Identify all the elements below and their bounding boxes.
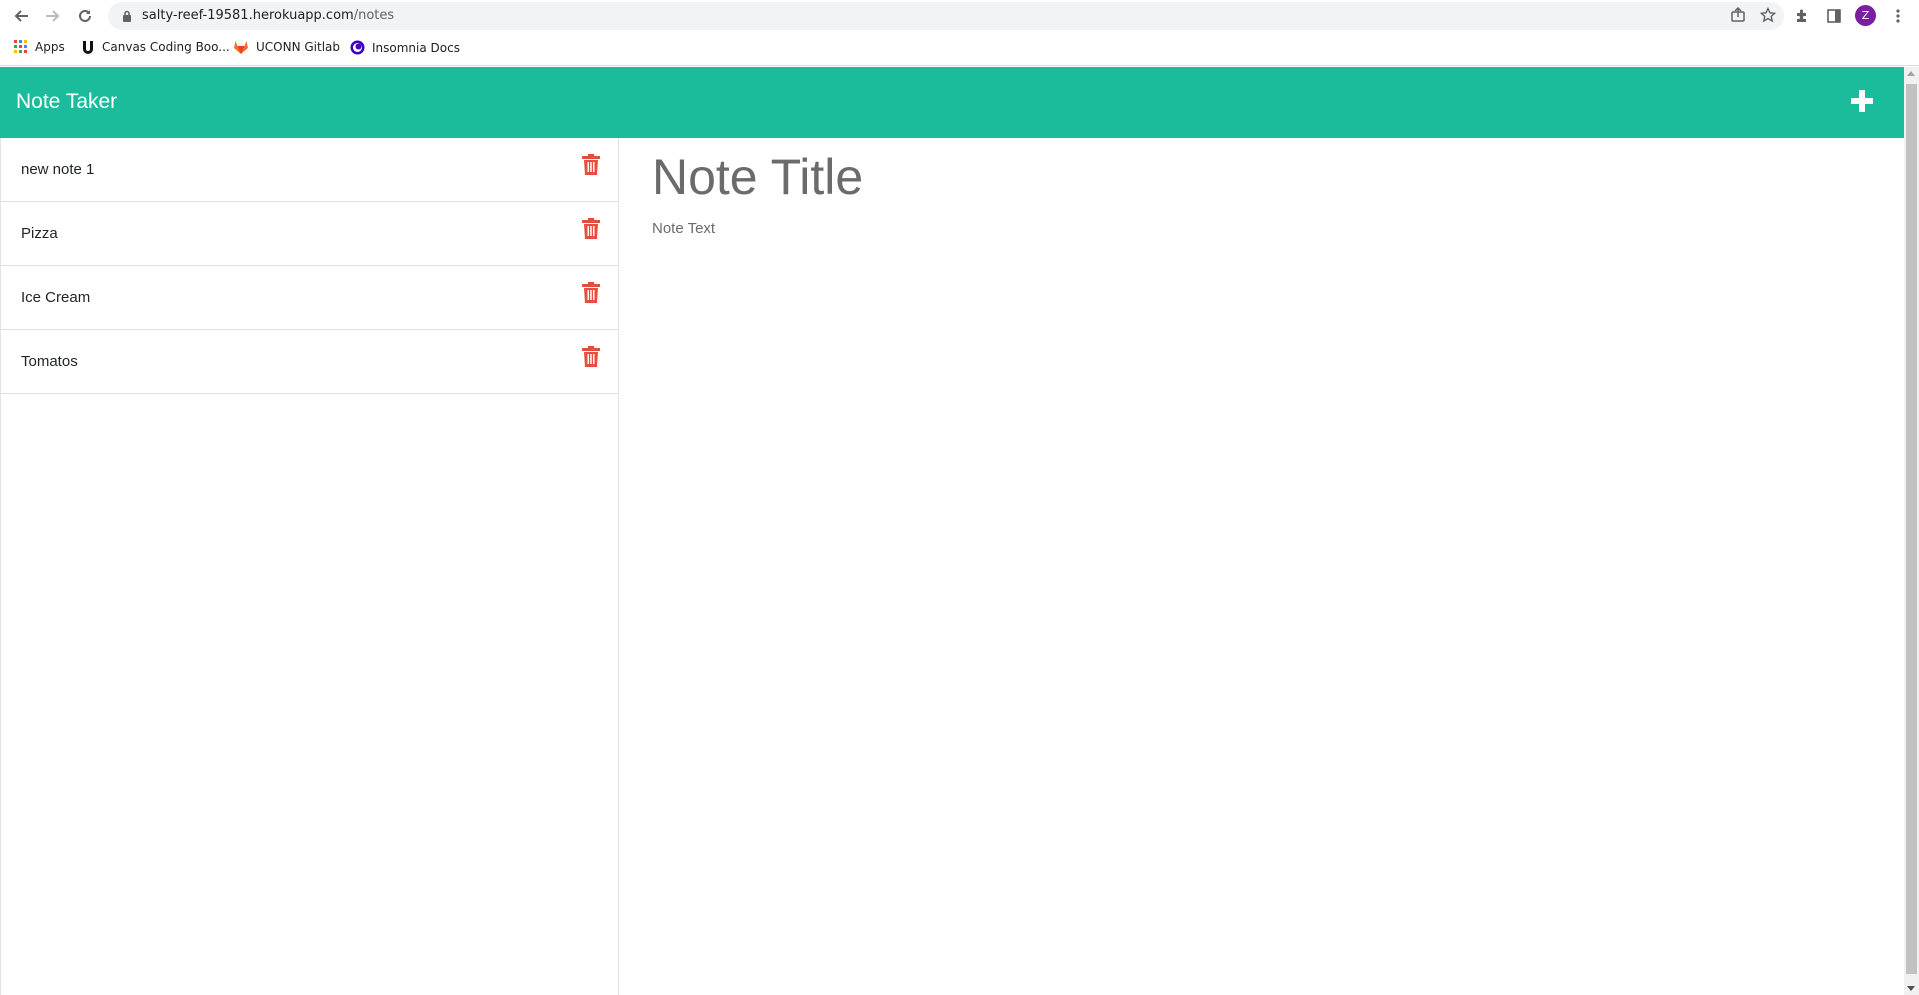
- bookmark-label: UCONN Gitlab: [256, 40, 341, 54]
- lock-icon: [123, 10, 131, 22]
- bookmark-label: Insomnia Docs: [372, 40, 460, 55]
- gitlab-fox-icon: [234, 41, 248, 54]
- bookmark-apps[interactable]: Apps: [14, 40, 65, 54]
- bookmark-canvas[interactable]: Canvas Coding Boo...: [81, 40, 230, 54]
- uconn-u-icon: [83, 41, 93, 54]
- forward-button[interactable]: [41, 4, 65, 28]
- bookmarks-bar: Apps Canvas Coding Boo... UCONN Gitlab I…: [0, 32, 1919, 66]
- address-bar[interactable]: salty-reef-19581.herokuapp.com/notes: [108, 2, 1784, 30]
- app-title[interactable]: Note Taker: [16, 90, 117, 114]
- list-item[interactable]: Pizza: [1, 202, 618, 266]
- reload-icon: [79, 9, 91, 22]
- scroll-thumb[interactable]: [1906, 84, 1917, 974]
- note-item-title: new note 1: [21, 161, 95, 178]
- url-text: salty-reef-19581.herokuapp.com/notes: [142, 8, 394, 23]
- note-taker-app: Note Taker new note 1 Pizza Ice Cream To…: [0, 67, 1904, 995]
- side-panel-button[interactable]: [1822, 4, 1846, 28]
- apps-grid-icon: [14, 40, 27, 53]
- bookmark-insomnia[interactable]: Insomnia Docs: [350, 40, 460, 55]
- extensions-button[interactable]: [1790, 4, 1814, 28]
- insomnia-icon: [350, 40, 365, 55]
- note-item-title: Pizza: [21, 225, 58, 242]
- kebab-menu-icon: [1896, 9, 1900, 23]
- bookmark-label: Canvas Coding Boo...: [102, 40, 230, 54]
- list-item[interactable]: Tomatos: [1, 330, 618, 394]
- scroll-up-arrow-icon[interactable]: [1907, 71, 1915, 76]
- arrow-left-icon: [14, 10, 28, 22]
- bookmark-gitlab[interactable]: UCONN Gitlab: [233, 40, 340, 54]
- star-icon[interactable]: [1760, 7, 1776, 23]
- url-path: /notes: [353, 8, 395, 23]
- omnibox-actions: [1730, 7, 1776, 23]
- back-button[interactable]: [9, 4, 33, 28]
- page-scrollbar[interactable]: [1904, 67, 1919, 995]
- trash-icon[interactable]: [582, 282, 600, 303]
- bookmark-label: Apps: [35, 40, 65, 54]
- browser-menu-button[interactable]: [1886, 4, 1910, 28]
- puzzle-icon: [1797, 9, 1806, 22]
- note-title-input[interactable]: [652, 148, 1852, 206]
- note-editor: [620, 138, 1904, 995]
- list-item[interactable]: new note 1: [1, 138, 618, 202]
- browser-toolbar: salty-reef-19581.herokuapp.com/notes Z: [0, 0, 1919, 32]
- note-item-title: Ice Cream: [21, 289, 91, 306]
- app-header: Note Taker: [0, 67, 1904, 138]
- trash-icon[interactable]: [582, 218, 600, 239]
- notes-list: new note 1 Pizza Ice Cream Tomatos: [0, 138, 619, 995]
- share-icon[interactable]: [1730, 7, 1746, 23]
- scroll-down-arrow-icon[interactable]: [1907, 986, 1915, 991]
- url-host: salty-reef-19581.herokuapp.com: [142, 8, 354, 23]
- list-item[interactable]: Ice Cream: [1, 266, 618, 330]
- side-panel-icon: [1827, 9, 1841, 23]
- reload-button[interactable]: [73, 4, 97, 28]
- plus-icon: [1851, 90, 1873, 112]
- new-note-button[interactable]: [1848, 87, 1876, 115]
- note-item-title: Tomatos: [21, 353, 78, 370]
- note-text-area[interactable]: [652, 220, 1852, 820]
- profile-avatar[interactable]: Z: [1855, 5, 1876, 26]
- arrow-right-icon: [46, 10, 60, 22]
- trash-icon[interactable]: [582, 346, 600, 367]
- trash-icon[interactable]: [582, 154, 600, 175]
